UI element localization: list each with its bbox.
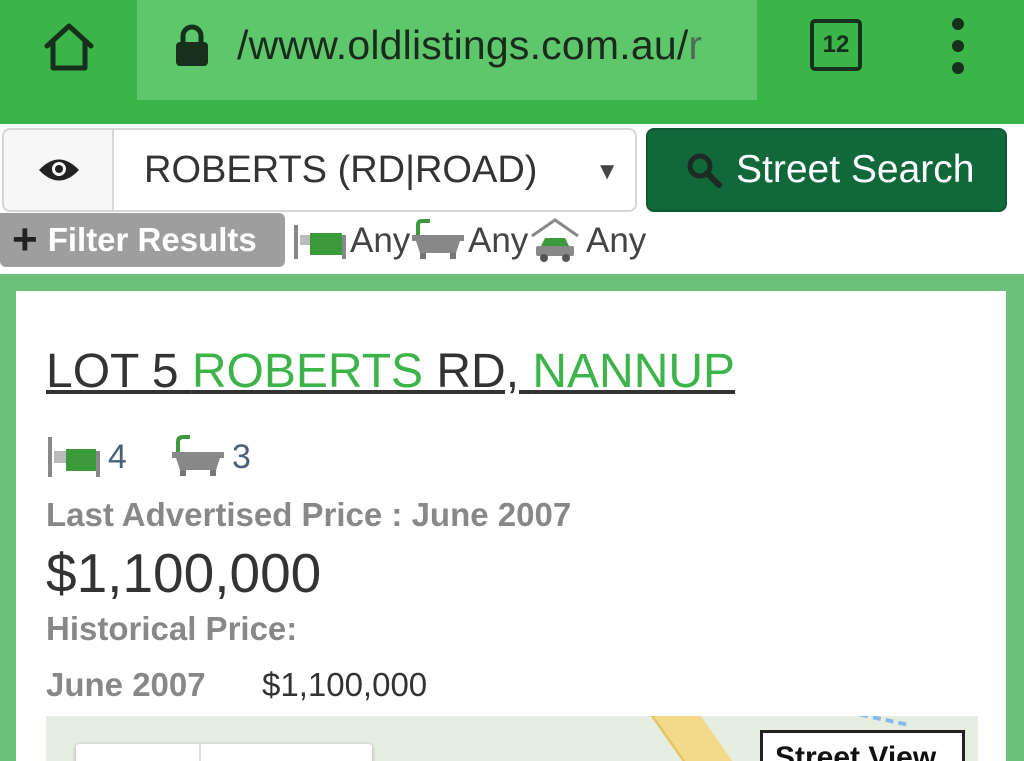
bed-icon <box>48 437 100 477</box>
history-price: $1,100,000 <box>262 666 428 703</box>
filter-baths[interactable]: Any <box>410 214 528 268</box>
plus-icon: + <box>12 215 38 264</box>
street-select[interactable]: ROBERTS (RD|ROAD) ▼ <box>112 128 637 212</box>
chevron-down-icon: ▼ <box>595 158 619 185</box>
url-text: /www.oldlistings.com.au/r <box>237 22 703 68</box>
bath-icon <box>172 435 224 476</box>
street-select-value: ROBERTS (RD|ROAD) <box>144 149 538 191</box>
search-icon <box>687 153 722 188</box>
tab-count: 12 <box>822 31 850 58</box>
filter-results-button[interactable]: + Filter Results <box>0 213 285 267</box>
street-view-button[interactable]: Street View <box>760 730 965 761</box>
address-bar[interactable]: /www.oldlistings.com.au/r <box>137 0 757 100</box>
listing-baths: 3 <box>170 432 251 482</box>
bed-icon <box>294 225 346 259</box>
listing-beds: 4 <box>46 432 127 482</box>
home-button[interactable] <box>38 18 100 76</box>
filter-cars-value: Any <box>586 221 647 260</box>
filter-baths-value: Any <box>468 221 529 260</box>
listing-title-link[interactable]: LOT 5 ROBERTS RD, NANNUP <box>46 344 735 399</box>
historical-price-label: Historical Price: <box>46 610 298 647</box>
browser-toolbar: /www.oldlistings.com.au/r 12 <box>0 0 1024 124</box>
map-type-control[interactable] <box>76 744 372 761</box>
filter-results-label: Filter Results <box>47 221 257 258</box>
map-view[interactable]: Street View <box>46 716 978 761</box>
beds-count: 4 <box>108 437 127 476</box>
filter-cars[interactable]: Any <box>530 214 646 268</box>
filter-beds-value: Any <box>350 221 411 260</box>
bath-icon <box>412 219 464 259</box>
tab-switcher-button[interactable]: 12 <box>810 19 862 71</box>
listing-price: $1,100,000 <box>46 542 322 604</box>
lock-icon <box>176 24 208 66</box>
filter-beds[interactable]: Any <box>292 214 410 268</box>
more-vert-icon[interactable] <box>940 18 976 74</box>
last-advertised-label: Last Advertised Price : June 2007 <box>46 496 572 533</box>
view-toggle-button[interactable] <box>2 128 114 212</box>
history-date: June 2007 <box>46 666 206 703</box>
suburb-link: NANNUP <box>532 345 736 398</box>
home-icon <box>44 23 94 71</box>
map-road <box>647 716 755 761</box>
street-link: ROBERTS <box>191 345 424 398</box>
street-search-label: Street Search <box>736 148 975 191</box>
eye-icon <box>39 159 79 181</box>
car-icon <box>531 218 579 262</box>
street-search-button[interactable]: Street Search <box>646 128 1007 212</box>
baths-count: 3 <box>232 437 251 476</box>
